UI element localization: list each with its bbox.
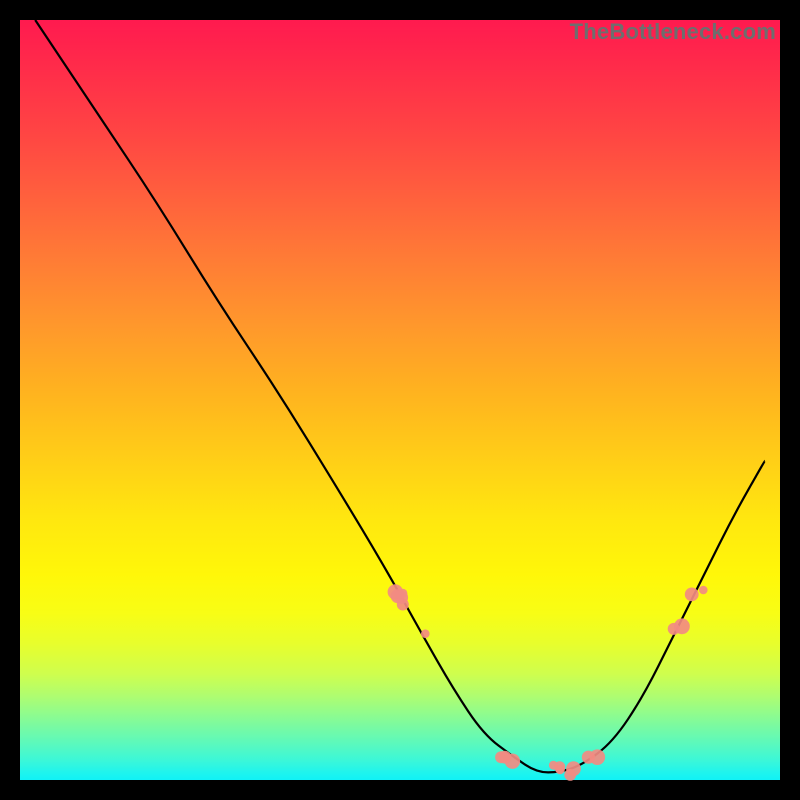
bottleneck-curve-path [35,20,765,772]
watermark-label: TheBottleneck.com [570,19,776,45]
data-point-marker [421,629,430,638]
data-point-marker [549,761,558,770]
data-point-marker [685,588,699,602]
data-point-markers [388,584,708,781]
data-point-marker [674,618,690,634]
chart-frame: TheBottleneck.com [20,20,780,780]
data-point-marker [564,769,576,781]
data-point-marker [582,751,595,764]
plot-area: TheBottleneck.com [20,20,780,780]
chart-svg [20,20,780,780]
data-point-marker [699,586,708,595]
data-point-marker [395,591,403,599]
bottleneck-curve [35,20,765,772]
data-point-marker [495,751,507,763]
